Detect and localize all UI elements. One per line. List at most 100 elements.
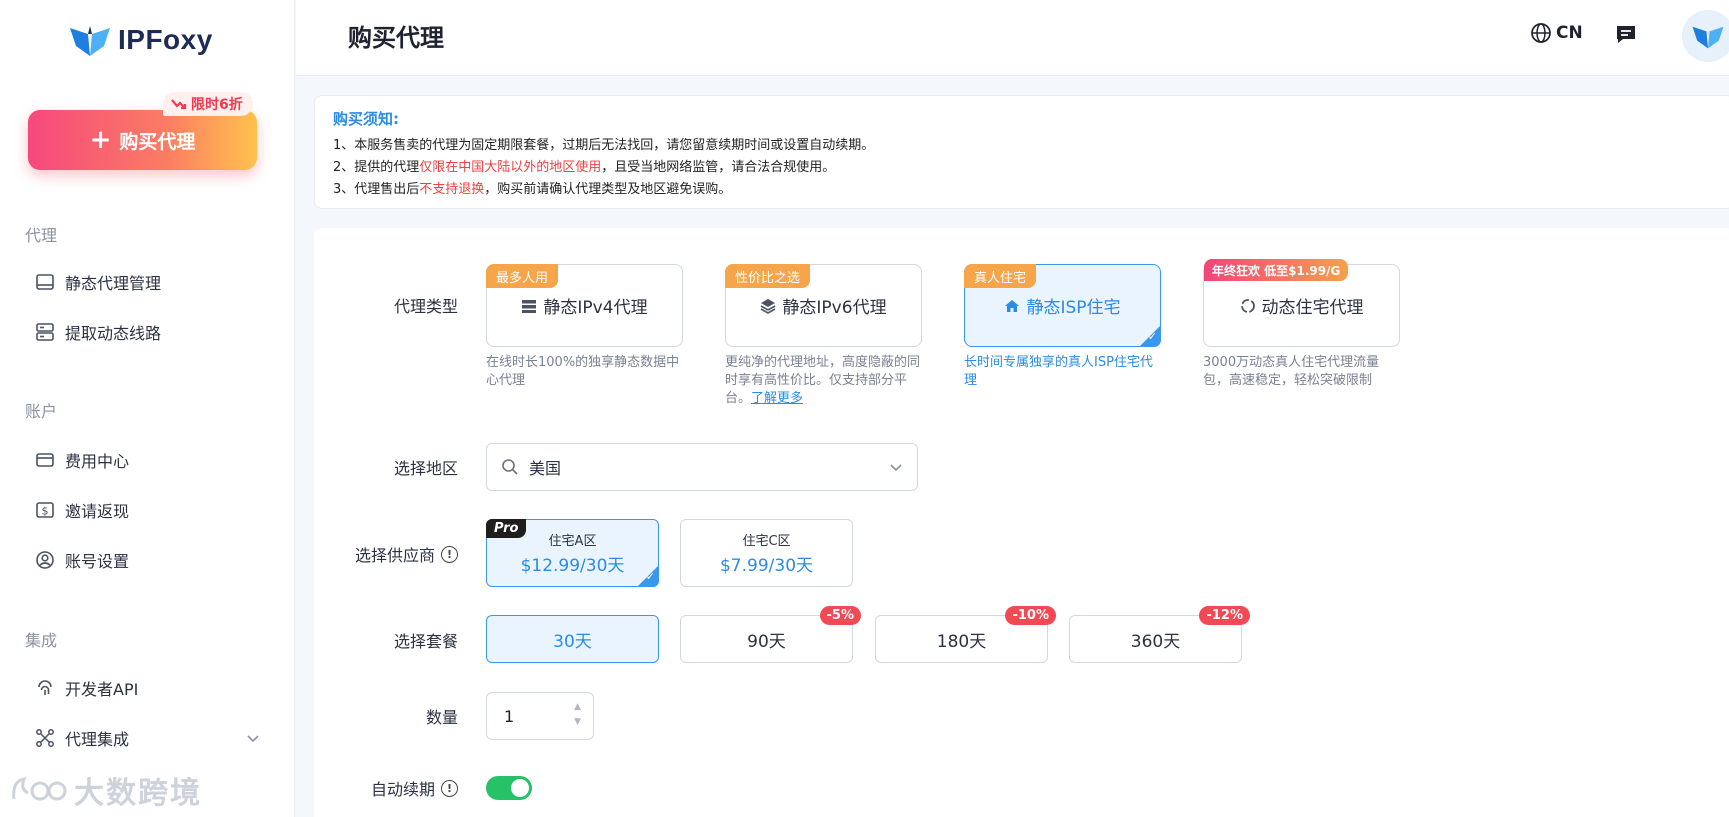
proxy-type-label: 代理类型 (393, 297, 458, 316)
fox-logo-icon (70, 26, 110, 56)
sidebar-item-developer-api[interactable]: 开发者API (35, 674, 260, 702)
type-desc: 3000万动态真人住宅代理流量包，高速稳定，轻松突破限制 (1203, 355, 1380, 388)
learn-more-link[interactable]: 了解更多 (751, 391, 803, 406)
purchase-notice: 购买须知: 1、本服务售卖的代理为固定期限套餐，过期后无法找回，请您留意续期时间… (314, 95, 1729, 209)
sidebar: IPFoxy + 购买代理 限时6折 代理 静态代理管理 提取动态线路 账户 费… (0, 0, 295, 817)
sidebar-item-account-settings[interactable]: 账号设置 (35, 546, 260, 574)
section-title-integration: 集成 (25, 631, 58, 650)
buy-proxy-button[interactable]: + 购买代理 (28, 110, 257, 170)
language-switcher[interactable]: CN (1530, 22, 1583, 44)
message-icon[interactable] (1614, 22, 1638, 46)
brand-logo[interactable]: IPFoxy (68, 22, 213, 58)
notice-line-3: 3、代理售出后不支持退换，购买前请确认代理类型及地区避免误购。 (333, 179, 1715, 201)
dollar-icon: $ (36, 502, 54, 518)
proxy-type-ipv6[interactable]: 性价比之选 静态IPv6代理 (725, 264, 922, 347)
plan-180-days[interactable]: 180天 -10% (875, 606, 1056, 663)
sidebar-item-label: 开发者API (65, 680, 139, 699)
promo-tag: 限时6折 (163, 92, 253, 116)
sidebar-item-label: 邀请返现 (65, 502, 130, 521)
supplier-name: 住宅C区 (742, 534, 791, 549)
sidebar-item-label: 费用中心 (65, 452, 130, 471)
type-desc: 长时间专属独享的真人ISP住宅代理 (964, 355, 1153, 388)
avatar[interactable] (1682, 10, 1729, 62)
chevron-up-icon[interactable]: ▲ (574, 703, 581, 712)
language-label: CN (1556, 23, 1583, 43)
chevron-down-icon[interactable] (246, 731, 260, 745)
auto-renew-label-text: 自动续期 (370, 780, 435, 799)
integration-icon (36, 729, 54, 747)
refresh-icon (1240, 298, 1255, 313)
region-value: 美国 (529, 459, 562, 478)
sidebar-item-proxy-integration[interactable]: 代理集成 (35, 724, 260, 752)
type-name: 静态IPv6代理 (782, 298, 887, 318)
sidebar-item-referral[interactable]: $ 邀请返现 (35, 496, 260, 524)
page-title: 购买代理 (348, 24, 444, 52)
supplier-option-c[interactable]: 住宅C区 $7.99/30天 (680, 519, 853, 587)
plan-label-text: 30天 (553, 631, 592, 652)
user-avatar-logo-icon (1692, 26, 1724, 49)
notice-highlight: 仅限在中国大陆以外的地区使用 (419, 160, 602, 175)
layers-icon (761, 298, 776, 314)
proxy-type-isp[interactable]: 真人住宅 静态ISP住宅 ✓ (964, 264, 1161, 347)
type-name: 静态IPv4代理 (543, 298, 648, 318)
plan-360-days[interactable]: 360天 -12% (1069, 606, 1250, 663)
section-title-proxy: 代理 (25, 226, 58, 245)
type-tag: 性价比之选 (725, 264, 811, 288)
plus-icon: + (89, 125, 112, 155)
type-name: 静态ISP住宅 (1026, 298, 1121, 318)
stepper-arrows[interactable]: ▲ ▼ (574, 703, 581, 727)
sidebar-item-label: 账号设置 (65, 552, 130, 571)
supplier-option-a[interactable]: Pro 住宅A区 $12.99/30天 ✓ (486, 519, 659, 587)
proxy-type-dynamic[interactable]: 年终狂欢 低至$1.99/G 动态住宅代理 (1203, 259, 1400, 347)
quantity-stepper[interactable]: 1 ▲ ▼ (486, 692, 594, 740)
type-desc: 更纯净的代理地址，高度隐蔽的同时享有高性价比。仅支持部分平台。了解更多 (725, 354, 925, 408)
supplier-name: 住宅A区 (548, 534, 597, 549)
brand-name: IPFoxy (118, 24, 213, 55)
discount-badge: -5% (819, 606, 861, 625)
sidebar-item-static-proxy[interactable]: 静态代理管理 (35, 268, 260, 296)
discount-badge: -10% (1005, 606, 1056, 625)
quantity-value: 1 (504, 706, 515, 726)
plan-90-days[interactable]: 90天 -5% (680, 606, 861, 663)
sidebar-item-label: 静态代理管理 (65, 274, 162, 293)
chevron-down-icon[interactable]: ▼ (574, 718, 581, 727)
globe-icon (1531, 23, 1551, 43)
type-tag: 最多人用 (486, 264, 559, 288)
supplier-label-text: 选择供应商 (354, 546, 435, 565)
section-title-account: 账户 (25, 402, 58, 421)
notice-highlight: 不支持退换 (419, 182, 485, 197)
monitor-icon (36, 274, 54, 290)
plan-30-days[interactable]: 30天 (486, 615, 659, 663)
sidebar-item-label: 提取动态线路 (65, 324, 162, 343)
notice-line-2: 2、提供的代理仅限在中国大陆以外的地区使用，且受当地网络监管，请合法合规使用。 (333, 157, 1715, 179)
region-select[interactable]: 美国 (486, 443, 918, 491)
sidebar-item-billing[interactable]: 费用中心 (35, 446, 260, 474)
home-icon (1005, 299, 1020, 312)
plan-label-text: 360天 (1130, 631, 1181, 652)
proxy-type-ipv4[interactable]: 最多人用 静态IPv4代理 (486, 264, 683, 347)
auto-renew-toggle[interactable] (486, 776, 532, 800)
type-name: 动态住宅代理 (1261, 298, 1364, 318)
watermark-text: 大数跨境 (74, 776, 202, 811)
quantity-label: 数量 (425, 708, 458, 727)
sidebar-item-label: 代理集成 (65, 730, 130, 749)
fingerprint-icon (38, 680, 52, 695)
plan-label-text: 90天 (747, 631, 786, 652)
sidebar-item-dynamic-lines[interactable]: 提取动态线路 (35, 318, 260, 346)
check-icon: ✓ (1147, 330, 1157, 343)
supplier-price: $12.99/30天 (520, 556, 625, 576)
server-icon (36, 323, 54, 341)
toggle-knob (511, 779, 529, 797)
promo-tag-label: 限时6折 (191, 97, 243, 113)
watermark-logo-icon (12, 777, 67, 801)
auto-renew-label: 自动续期 ! (308, 776, 458, 800)
pro-badge: Pro (486, 519, 527, 538)
help-icon[interactable]: ! (441, 545, 458, 563)
svg-text:$: $ (42, 505, 49, 518)
supplier-price: $7.99/30天 (719, 556, 814, 576)
notice-text: ，且受当地网络监管，请合法合规使用。 (601, 160, 836, 175)
plan-label: 选择套餐 (393, 632, 458, 651)
wallet-icon (36, 453, 54, 467)
notice-text: ，购买前请确认代理类型及地区避免误购。 (484, 182, 732, 197)
help-icon[interactable]: ! (441, 779, 458, 797)
